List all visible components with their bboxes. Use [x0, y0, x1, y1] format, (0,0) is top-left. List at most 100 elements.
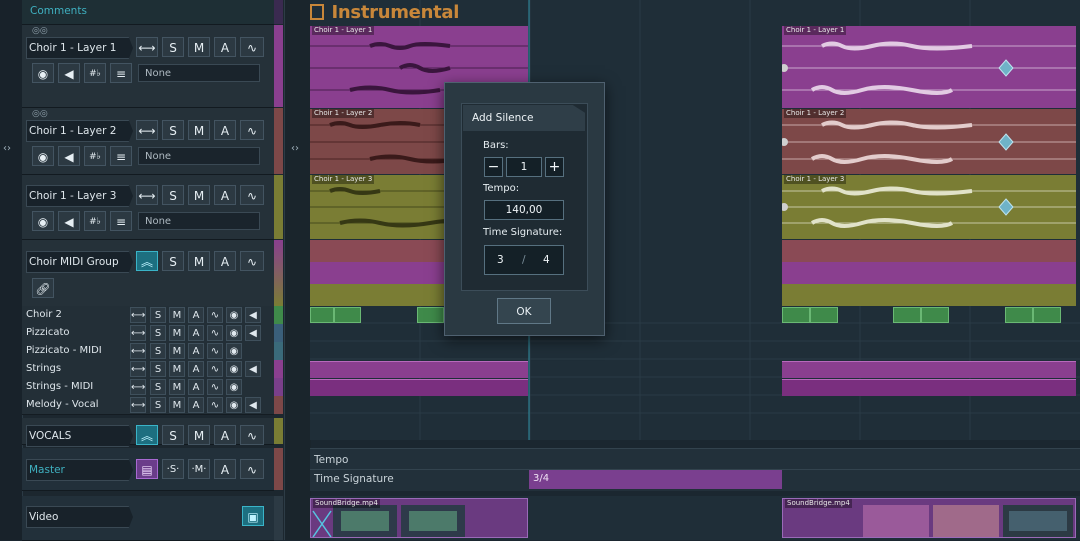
track-name[interactable]: Strings [26, 360, 126, 378]
track-video[interactable]: Video ▣ [22, 496, 274, 541]
solo-button[interactable]: S [162, 120, 184, 140]
track-name[interactable]: VOCALS [26, 425, 133, 447]
envelope-icon[interactable]: ∿ [240, 459, 264, 479]
arrangement-view[interactable]: Instrumental Choir 1 - Layer 1 Choir 1 -… [310, 0, 1080, 440]
video-clip[interactable]: SoundBridge.mp4 [782, 498, 1076, 538]
expand-right-icon[interactable]: ‹› [291, 143, 299, 154]
audio-clip[interactable]: Choir 1 - Layer 3 [782, 175, 1076, 239]
solo-button[interactable]: S [150, 325, 166, 341]
audio-clip[interactable]: Choir 1 - Layer 1 [782, 26, 1076, 108]
midi-clip[interactable] [810, 307, 838, 323]
group-lane-clip[interactable] [782, 284, 1076, 306]
video-clip[interactable]: SoundBridge.mp4 [310, 498, 528, 538]
mute-button[interactable]: M [188, 251, 210, 271]
input-arrow-icon[interactable]: ⟷ [130, 343, 146, 359]
speaker-icon[interactable]: ◀ [245, 307, 261, 323]
input-arrow-icon[interactable]: ⟷ [136, 185, 158, 205]
midi-clip[interactable] [334, 307, 361, 323]
midi-clip[interactable] [782, 379, 1076, 396]
track-choir-2[interactable]: Choir 2 ⟷ S M A ∿ ◉ ◀ [22, 306, 274, 325]
solo-button[interactable]: S [150, 397, 166, 413]
record-icon[interactable]: ◉ [226, 325, 242, 341]
mute-button[interactable]: M [188, 120, 210, 140]
mute-button[interactable]: M [188, 425, 210, 445]
mute-button[interactable]: M [188, 37, 210, 57]
bars-input[interactable]: 1 [506, 157, 542, 177]
notes-icon[interactable]: ▤ [136, 459, 158, 479]
track-choir-layer-1[interactable]: ◎◎ Choir 1 - Layer 1 ⟷ S M A ∿ ◉ ◀ #♭ ≡ … [22, 25, 274, 108]
bars-decrement-button[interactable]: − [484, 157, 503, 177]
track-name[interactable]: Choir 1 - Layer 3 [26, 185, 133, 207]
record-icon[interactable]: ◉ [226, 361, 242, 377]
midi-clip[interactable] [1005, 307, 1033, 323]
track-strings-midi[interactable]: Strings - MIDI ⟷ S M A ∿ ◉ [22, 378, 274, 397]
track-master[interactable]: Master ▤ ·S· ·M· A ∿ [22, 448, 274, 491]
tempo-track-label[interactable]: Tempo [314, 454, 348, 466]
solo-button[interactable]: S [162, 251, 184, 271]
automation-button[interactable]: A [188, 361, 204, 377]
track-pizzicato-midi[interactable]: Pizzicato - MIDI ⟷ S M A ∿ ◉ [22, 342, 274, 361]
mute-button[interactable]: M [169, 307, 185, 323]
mute-button[interactable]: M [169, 343, 185, 359]
video-camera-icon[interactable]: ▣ [242, 506, 264, 526]
record-icon[interactable]: ◉ [226, 379, 242, 395]
envelope-icon[interactable]: ∿ [240, 120, 264, 140]
input-arrow-icon[interactable]: ⟷ [130, 379, 146, 395]
envelope-icon[interactable]: ∿ [207, 343, 223, 359]
mute-button[interactable]: M [169, 397, 185, 413]
track-choir-layer-3[interactable]: Choir 1 - Layer 3 ⟷ S M A ∿ ◉ ◀ #♭ ≡ Non… [22, 175, 274, 240]
midi-clip[interactable] [893, 307, 921, 323]
time-signature-track-label[interactable]: Time Signature [314, 473, 394, 485]
solo-button[interactable]: S [162, 185, 184, 205]
midi-clip[interactable] [310, 379, 528, 396]
collapse-chevron-icon[interactable]: ︽ [136, 251, 158, 271]
input-arrow-icon[interactable]: ⟷ [130, 397, 146, 413]
input-arrow-icon[interactable]: ⟷ [136, 120, 158, 140]
automation-button[interactable]: A [188, 307, 204, 323]
track-melody-vocal[interactable]: Melody - Vocal ⟷ S M A ∿ ◉ ◀ [22, 396, 274, 415]
ts-denominator[interactable]: 4 [543, 254, 550, 266]
automation-button[interactable]: A [188, 397, 204, 413]
track-name[interactable]: Choir 2 [26, 306, 126, 324]
track-name[interactable]: Strings - MIDI [26, 378, 126, 396]
input-arrow-icon[interactable]: ⟷ [130, 325, 146, 341]
mute-button[interactable]: M [169, 379, 185, 395]
track-name[interactable]: Master [26, 459, 133, 481]
audio-clip[interactable]: Choir 1 - Layer 2 [782, 109, 1076, 174]
track-choir-layer-2[interactable]: ◎◎ Choir 1 - Layer 2 ⟷ S M A ∿ ◉ ◀ #♭ ≡ … [22, 108, 274, 175]
envelope-icon[interactable]: ∿ [240, 251, 264, 271]
automation-button[interactable]: A [214, 251, 236, 271]
menu-icon[interactable]: ≡ [110, 63, 132, 83]
record-icon[interactable]: ◉ [226, 307, 242, 323]
track-choir-midi-group[interactable]: Choir MIDI Group ︽ S M A ∿ 🔗︎ [22, 240, 274, 307]
track-vocals[interactable]: VOCALS ︽ S M A ∿ [22, 418, 274, 447]
envelope-icon[interactable]: ∿ [207, 379, 223, 395]
track-name[interactable]: Video [26, 506, 133, 528]
midi-clip[interactable] [921, 307, 949, 323]
automation-button[interactable]: A [214, 459, 236, 479]
envelope-icon[interactable]: ∿ [207, 307, 223, 323]
envelope-icon[interactable]: ∿ [240, 185, 264, 205]
track-name[interactable]: Choir 1 - Layer 1 [26, 37, 133, 59]
solo-button[interactable]: S [150, 343, 166, 359]
time-signature-input[interactable]: 3 / 4 [484, 245, 564, 275]
speaker-icon[interactable]: ◀ [58, 63, 80, 83]
midi-clip[interactable] [417, 307, 444, 323]
automation-button[interactable]: A [214, 37, 236, 57]
mute-button[interactable]: ·M· [188, 459, 210, 479]
solo-button[interactable]: S [162, 37, 184, 57]
record-icon[interactable]: ◉ [32, 63, 54, 83]
record-icon[interactable]: ◉ [226, 397, 242, 413]
transpose-icon[interactable]: #♭ [84, 146, 106, 166]
envelope-icon[interactable]: ∿ [240, 425, 264, 445]
speaker-icon[interactable]: ◀ [245, 397, 261, 413]
input-arrow-icon[interactable]: ⟷ [130, 307, 146, 323]
record-icon[interactable]: ◉ [32, 146, 54, 166]
input-select[interactable]: None [138, 212, 260, 230]
record-icon[interactable]: ◉ [32, 211, 54, 231]
audio-clip[interactable] [310, 361, 528, 378]
time-signature-clip[interactable]: 3/4 [529, 470, 782, 489]
mute-button[interactable]: M [169, 361, 185, 377]
track-name[interactable]: Choir MIDI Group [26, 251, 133, 273]
track-strings[interactable]: Strings ⟷ S M A ∿ ◉ ◀ [22, 360, 274, 379]
